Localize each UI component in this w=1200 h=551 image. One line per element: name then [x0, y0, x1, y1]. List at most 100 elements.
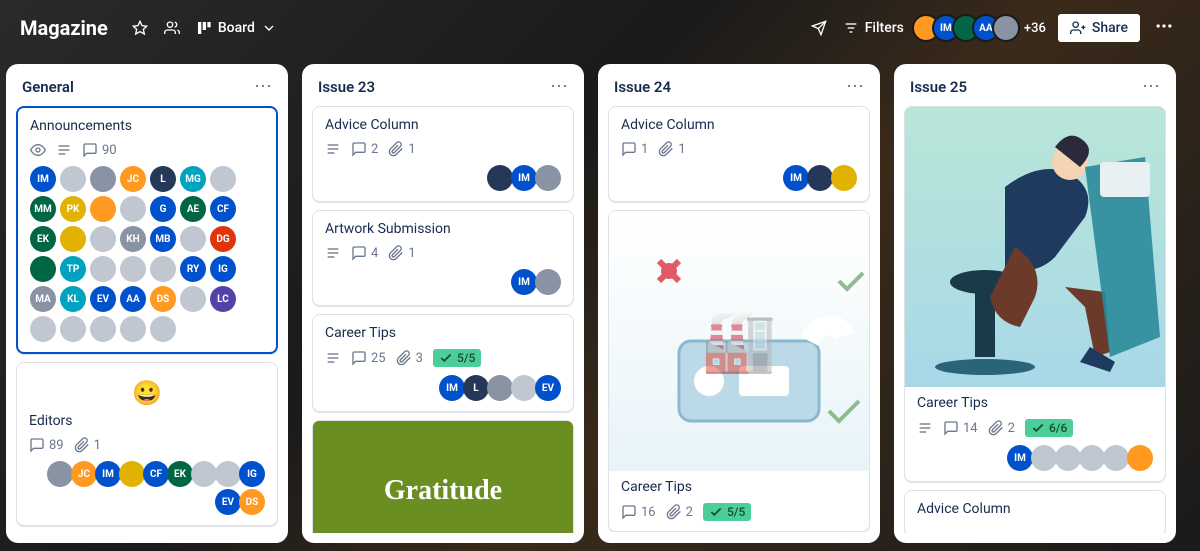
avatar[interactable]: IM: [439, 375, 465, 401]
avatar[interactable]: IM: [30, 166, 56, 192]
avatar[interactable]: [120, 316, 146, 342]
avatar[interactable]: [191, 461, 217, 487]
avatar[interactable]: [120, 256, 146, 282]
card[interactable]: Artwork Submission41IM: [312, 210, 574, 306]
avatar[interactable]: [215, 461, 241, 487]
star-button[interactable]: [124, 14, 156, 42]
avatar[interactable]: EK: [167, 461, 193, 487]
card[interactable]: Career Tips2535/5IMLEV: [312, 314, 574, 412]
avatar[interactable]: IM: [783, 165, 809, 191]
avatar[interactable]: [150, 316, 176, 342]
avatar[interactable]: IM: [511, 165, 537, 191]
avatar[interactable]: [1127, 445, 1153, 471]
share-button[interactable]: Share: [1058, 14, 1140, 42]
avatar[interactable]: DS: [239, 489, 265, 515]
avatar[interactable]: [992, 14, 1020, 42]
list-menu-button[interactable]: ⋯: [254, 78, 272, 96]
avatar[interactable]: MA: [30, 286, 56, 312]
avatar[interactable]: [60, 226, 86, 252]
avatar[interactable]: L: [463, 375, 489, 401]
avatar[interactable]: [30, 256, 56, 282]
list-title[interactable]: General: [22, 78, 74, 96]
list-menu-button[interactable]: ⋯: [550, 78, 568, 96]
avatar[interactable]: MB: [150, 226, 176, 252]
avatar[interactable]: [90, 256, 116, 282]
avatar[interactable]: [90, 226, 116, 252]
avatar[interactable]: CF: [210, 196, 236, 222]
avatar[interactable]: [90, 196, 116, 222]
avatar[interactable]: [487, 375, 513, 401]
card[interactable]: Advice Column21IM: [312, 106, 574, 202]
avatar[interactable]: DS: [150, 286, 176, 312]
avatar[interactable]: AE: [180, 196, 206, 222]
avatar[interactable]: MG: [180, 166, 206, 192]
avatar[interactable]: L: [150, 166, 176, 192]
avatar[interactable]: AA: [120, 286, 146, 312]
member-overflow-count[interactable]: +36: [1024, 21, 1046, 36]
avatar[interactable]: [1031, 445, 1057, 471]
avatar[interactable]: [90, 166, 116, 192]
avatar[interactable]: [535, 269, 561, 295]
avatar[interactable]: JC: [71, 461, 97, 487]
avatar[interactable]: [90, 316, 116, 342]
filters-button[interactable]: Filters: [835, 14, 912, 42]
avatar[interactable]: IM: [1007, 445, 1033, 471]
avatar[interactable]: [60, 166, 86, 192]
card[interactable]: Career Tips1426/6IM: [904, 106, 1166, 482]
avatar[interactable]: [119, 461, 145, 487]
card[interactable]: Advice Column: [904, 490, 1166, 533]
avatar[interactable]: EV: [90, 286, 116, 312]
avatar[interactable]: [180, 226, 206, 252]
avatar[interactable]: KL: [60, 286, 86, 312]
avatar[interactable]: PK: [60, 196, 86, 222]
list-title[interactable]: Issue 24: [614, 78, 671, 96]
card[interactable]: Announcements90IMJCLMGMMPKGAECFEKKHMBDGT…: [16, 106, 278, 354]
avatar[interactable]: [831, 165, 857, 191]
card[interactable]: Gratitude: [312, 420, 574, 533]
avatar[interactable]: [807, 165, 833, 191]
avatar[interactable]: [487, 165, 513, 191]
avatar[interactable]: EV: [535, 375, 561, 401]
board-members[interactable]: IMAA: [912, 14, 1020, 42]
view-switcher[interactable]: Board: [188, 14, 285, 42]
avatar[interactable]: G: [150, 196, 176, 222]
board-menu-button[interactable]: [1148, 10, 1180, 46]
avatar[interactable]: [511, 375, 537, 401]
avatar[interactable]: EK: [30, 226, 56, 252]
avatar[interactable]: [30, 316, 56, 342]
avatar[interactable]: [150, 256, 176, 282]
avatar[interactable]: [60, 316, 86, 342]
board-canvas[interactable]: General⋯Announcements90IMJCLMGMMPKGAECFE…: [0, 56, 1200, 551]
avatar[interactable]: DG: [210, 226, 236, 252]
avatar[interactable]: EV: [215, 489, 241, 515]
card[interactable]: Career Tips1625/5: [608, 210, 870, 532]
avatar[interactable]: JC: [120, 166, 146, 192]
avatar[interactable]: KH: [120, 226, 146, 252]
list-title[interactable]: Issue 23: [318, 78, 375, 96]
avatar[interactable]: CF: [143, 461, 169, 487]
avatar[interactable]: [210, 166, 236, 192]
avatar[interactable]: [47, 461, 73, 487]
avatar[interactable]: IM: [95, 461, 121, 487]
avatar[interactable]: [1079, 445, 1105, 471]
avatar[interactable]: RY: [180, 256, 206, 282]
avatar[interactable]: [1055, 445, 1081, 471]
avatar[interactable]: TP: [60, 256, 86, 282]
avatar[interactable]: IG: [239, 461, 265, 487]
avatar[interactable]: LC: [210, 286, 236, 312]
avatar[interactable]: [1103, 445, 1129, 471]
avatar[interactable]: [120, 196, 146, 222]
automation-button[interactable]: [803, 14, 835, 42]
card[interactable]: 😀Editors891JCIMCFEKIGEVDS: [16, 362, 278, 526]
avatar[interactable]: IM: [511, 269, 537, 295]
avatar[interactable]: IG: [210, 256, 236, 282]
avatar[interactable]: MM: [30, 196, 56, 222]
list-menu-button[interactable]: ⋯: [1142, 78, 1160, 96]
avatar[interactable]: [535, 165, 561, 191]
card[interactable]: Advice Column11IM: [608, 106, 870, 202]
list-title[interactable]: Issue 25: [910, 78, 967, 96]
avatar[interactable]: [180, 286, 206, 312]
list-menu-button[interactable]: ⋯: [846, 78, 864, 96]
board-title[interactable]: Magazine: [20, 16, 108, 40]
visibility-button[interactable]: [156, 14, 188, 42]
